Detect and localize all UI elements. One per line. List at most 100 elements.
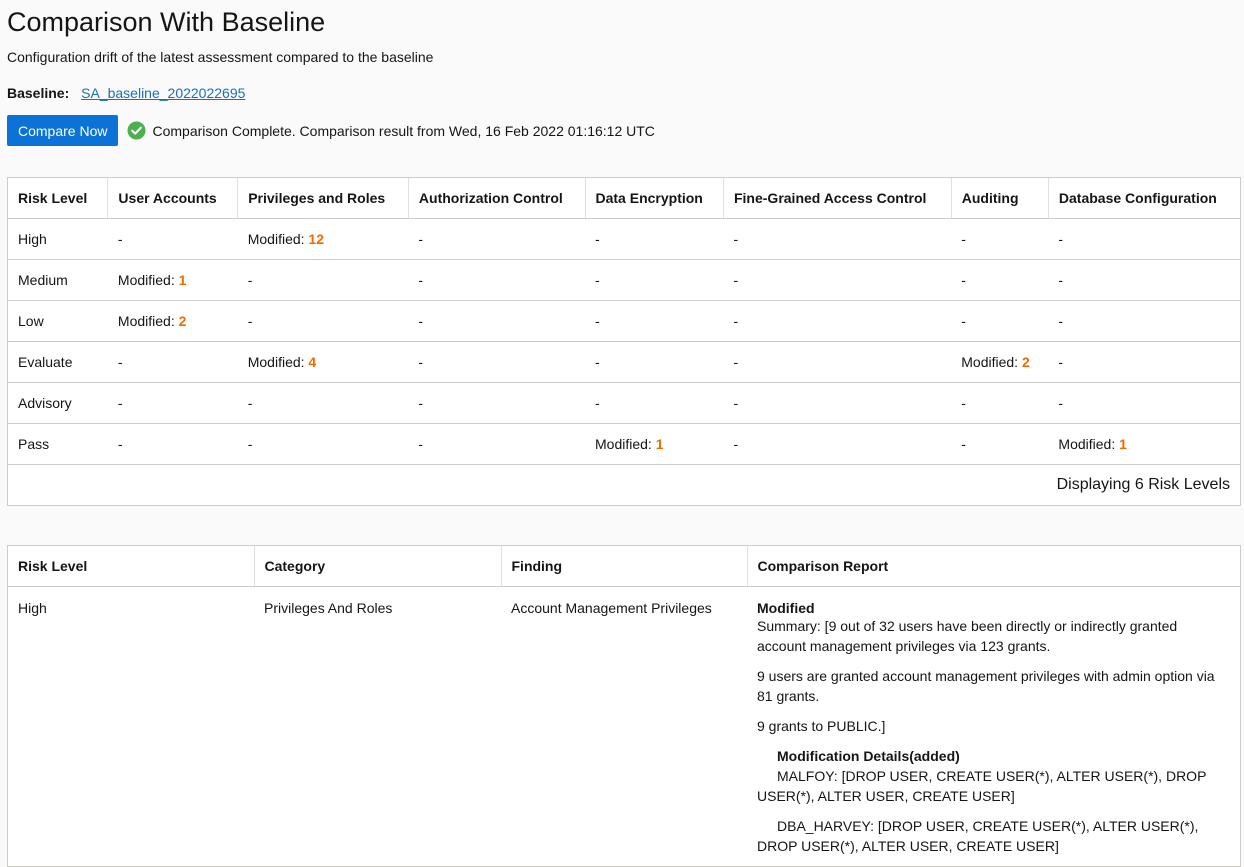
col-fine-grained-access-control[interactable]: Fine-Grained Access Control	[723, 178, 952, 219]
summary-cell: -	[585, 259, 724, 301]
summary-row-high: High - Modified: 12- - - - -	[8, 218, 1240, 260]
summary-cell[interactable]: Modified: 2	[951, 341, 1049, 383]
baseline-row: Baseline: SA_baseline_2022022695	[7, 85, 1237, 101]
modification-malfoy: MALFOY: [DROP USER, CREATE USER(*), ALTE…	[757, 768, 1207, 804]
summary-cell: -	[237, 259, 409, 301]
risk-level-cell: Medium	[8, 259, 108, 301]
summary-cell: -	[408, 341, 585, 383]
summary-cell[interactable]: Modified: 1	[585, 423, 724, 465]
summary-row-low: Low Modified: 2------	[8, 300, 1240, 342]
col-privileges-and-roles[interactable]: Privileges and Roles	[237, 178, 409, 219]
risk-level-cell: Advisory	[8, 382, 108, 424]
summary-cell: -	[951, 218, 1049, 260]
summary-cell: -	[1048, 300, 1240, 342]
col-auditing[interactable]: Auditing	[951, 178, 1049, 219]
modified-count[interactable]: 1	[179, 272, 187, 288]
modified-label: Modified:	[117, 272, 179, 288]
summary-cell: -	[723, 300, 952, 342]
summary-cell: -	[723, 218, 952, 260]
col-database-configuration[interactable]: Database Configuration	[1048, 178, 1240, 219]
risk-level-cell: Evaluate	[8, 341, 108, 383]
summary-table-panel: Risk Level User Accounts Privileges and Ro…	[7, 177, 1241, 506]
summary-cell: -	[107, 423, 238, 465]
modified-count[interactable]: 1	[656, 436, 664, 452]
summary-header-row: Risk Level User Accounts Privileges and Ro…	[8, 178, 1240, 219]
col-data-encryption[interactable]: Data Encryption	[585, 178, 724, 219]
details-row[interactable]: High Privileges And Roles Account Manage…	[8, 586, 1240, 867]
comparison-status: Comparison Complete. Comparison result f…	[152, 122, 655, 139]
col-risk-level[interactable]: Risk Level	[8, 178, 109, 219]
summary-cell: -	[408, 259, 585, 301]
col-comparison-report[interactable]: Comparison Report	[747, 546, 1240, 587]
summary-cell: -	[107, 382, 238, 424]
summary-cell: -	[237, 423, 409, 465]
summary-cell: -	[585, 300, 724, 342]
col-risk-level[interactable]: Risk Level	[8, 546, 255, 587]
summary-cell: -	[408, 300, 585, 342]
modified-label: Modified:	[595, 436, 656, 452]
summary-footer: Displaying 6 Risk Levels	[1056, 476, 1230, 493]
col-user-accounts[interactable]: User Accounts	[107, 178, 239, 219]
summary-row-medium: Medium Modified: 1------	[8, 259, 1240, 301]
summary-cell[interactable]: Modified: 1	[107, 259, 238, 301]
risk-level-cell: Low	[8, 300, 108, 342]
summary-table: Risk Level User Accounts Privileges and Ro…	[8, 178, 1240, 465]
summary-cell: -	[951, 423, 1049, 465]
details-header-row: Risk Level Category Finding Comparison R…	[8, 546, 1240, 587]
summary-cell: -	[723, 382, 952, 424]
summary-cell: -	[585, 341, 724, 383]
summary-cell: -	[107, 218, 238, 260]
summary-row-advisory: Advisory - - - - - - -	[8, 382, 1240, 424]
summary-cell: -	[107, 341, 238, 383]
col-authorization-control[interactable]: Authorization Control	[408, 178, 586, 219]
report-summary: Summary: [9 out of 32 users have been di…	[757, 618, 1178, 654]
comparison-report: Modified Summary: [9 out of 32 users hav…	[747, 587, 1240, 867]
modified-count[interactable]: 2	[179, 313, 187, 329]
summary-cell[interactable]: Modified: 1	[1048, 423, 1240, 465]
summary-cell[interactable]: Modified: 2	[107, 300, 238, 342]
summary-cell: -	[585, 382, 724, 424]
details-finding: Account Management Privileges	[501, 586, 747, 866]
modified-count[interactable]: 12	[308, 231, 324, 247]
summary-cell: -	[1048, 382, 1240, 424]
summary-cell: -	[1048, 218, 1240, 260]
modified-count[interactable]: 4	[308, 354, 316, 370]
page-subtitle: Configuration drift of the latest assess…	[7, 49, 434, 65]
summary-cell[interactable]: Modified: 12	[237, 218, 409, 260]
modification-heading: Modification Details(added)	[777, 748, 960, 764]
col-finding[interactable]: Finding	[501, 546, 748, 587]
summary-cell: -	[408, 382, 585, 424]
summary-cell: -	[951, 300, 1049, 342]
details-category: Privileges And Roles	[254, 586, 501, 866]
summary-cell: -	[951, 259, 1049, 301]
modified-label: Modified:	[247, 231, 309, 247]
baseline-link[interactable]: SA_baseline_2022022695	[81, 85, 245, 101]
summary-cell: -	[723, 341, 952, 383]
modified-label: Modified:	[961, 354, 1022, 370]
summary-cell: -	[408, 218, 585, 260]
summary-cell: -	[585, 218, 724, 260]
report-line-admin: 9 users are granted account management p…	[757, 668, 1215, 704]
details-table: Risk Level Category Finding Comparison R…	[8, 546, 1240, 867]
details-risk: High	[8, 586, 254, 866]
baseline-label: Baseline:	[7, 85, 70, 101]
summary-cell[interactable]: Modified: 4	[237, 341, 409, 383]
col-category[interactable]: Category	[254, 546, 502, 587]
modified-label: Modified:	[247, 354, 309, 370]
compare-now-button[interactable]: Compare Now	[7, 115, 119, 146]
risk-level-cell: High	[8, 218, 108, 260]
summary-cell: -	[408, 423, 585, 465]
summary-cell: -	[1048, 259, 1240, 301]
report-line-public: 9 grants to PUBLIC.]	[757, 718, 886, 734]
summary-row-pass: Pass - - - Modified: 1- - Modified: 1	[8, 423, 1240, 465]
summary-cell: -	[723, 423, 952, 465]
modified-label: Modified:	[1058, 436, 1120, 452]
modified-count[interactable]: 2	[1022, 354, 1030, 370]
summary-row-evaluate: Evaluate - Modified: 4- - - Modified: 2-	[8, 341, 1240, 383]
summary-cell: -	[951, 382, 1049, 424]
check-circle-icon	[127, 121, 147, 140]
modified-count[interactable]: 1	[1119, 436, 1127, 452]
report-title: Modified	[757, 600, 815, 616]
action-row: Compare Now Comparison Complete. Compari…	[7, 115, 1237, 146]
summary-cell: -	[237, 300, 409, 342]
